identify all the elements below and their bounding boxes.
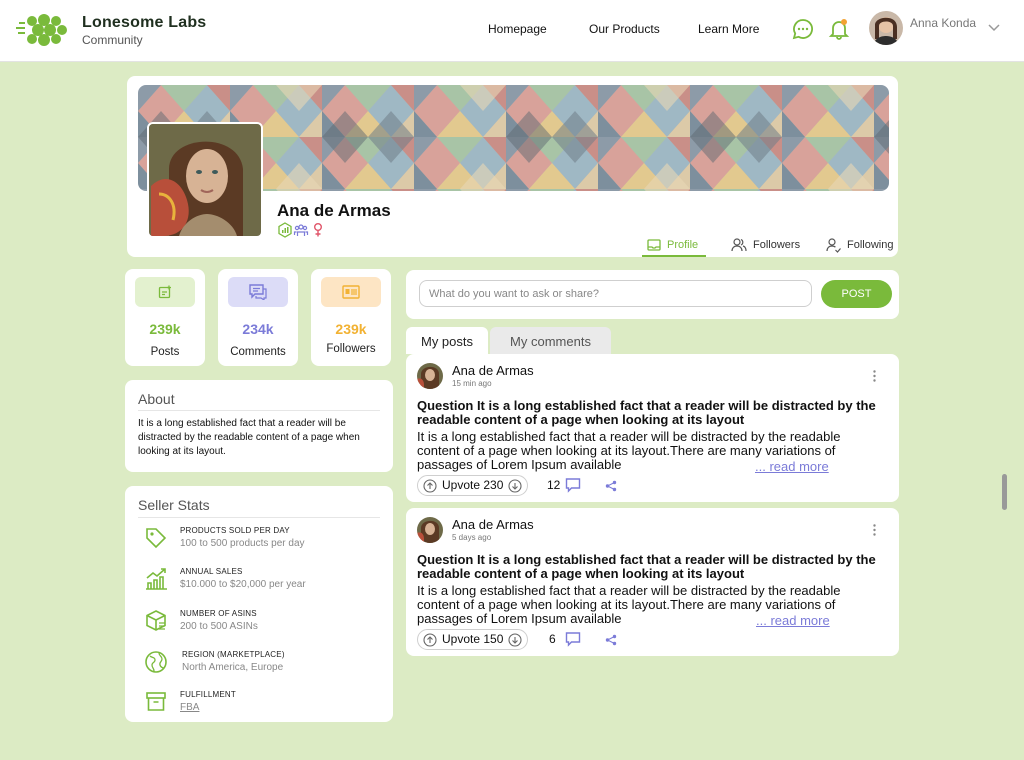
- stat-label: Posts: [150, 346, 180, 358]
- comment-count: 12: [547, 478, 561, 492]
- id-card-icon: [342, 285, 360, 299]
- page-scrollbar[interactable]: [1002, 474, 1007, 510]
- post-question[interactable]: Question It is a long established fact t…: [417, 399, 887, 427]
- seller-stat-value: 200 to 500 ASINs: [180, 621, 258, 632]
- seller-stat-label: ANNUAL SALES: [180, 567, 243, 576]
- brand[interactable]: Lonesome Labs Community: [82, 14, 206, 47]
- comment-icon[interactable]: [565, 631, 581, 647]
- stat-card-followers[interactable]: 239k Followers: [311, 269, 391, 366]
- upvote-count: Upvote 150: [442, 632, 504, 646]
- about-text: It is a long established fact that a rea…: [138, 418, 360, 457]
- seller-stat-label: PRODUCTS SOLD PER DAY: [180, 526, 290, 535]
- user-name[interactable]: Anna Konda: [910, 16, 976, 30]
- note-add-icon: [158, 285, 171, 299]
- user-check-icon: [826, 237, 841, 253]
- upvote-icon[interactable]: [423, 633, 437, 647]
- active-tab-indicator: [642, 255, 706, 257]
- stat-value: 239k: [335, 321, 367, 337]
- post-button[interactable]: POST: [821, 280, 892, 308]
- read-more-link[interactable]: ... read more: [756, 613, 830, 628]
- seller-stat-value: North America, Europe: [182, 662, 284, 673]
- ask-input[interactable]: What do you want to ask or share?: [419, 280, 812, 307]
- tag-icon: [146, 528, 167, 549]
- seller-stat-label: FULFILLMENT: [180, 690, 236, 699]
- level-badge-icon: [278, 222, 292, 238]
- chat-icon[interactable]: [792, 18, 814, 40]
- comment-count: 6: [549, 632, 556, 646]
- tab-followers-label: Followers: [753, 239, 801, 251]
- share-icon[interactable]: [605, 480, 617, 492]
- profile-photo[interactable]: [147, 122, 263, 238]
- tab-following-label: Following: [847, 239, 894, 251]
- stat-value: 239k: [149, 321, 181, 337]
- vote-control: Upvote 230: [417, 475, 529, 496]
- nav-learn-more[interactable]: Learn More: [698, 22, 759, 36]
- nav-our-products[interactable]: Our Products: [589, 22, 660, 36]
- comment-icon[interactable]: [565, 477, 581, 493]
- post-question[interactable]: Question It is a long established fact t…: [417, 553, 887, 581]
- globe-icon: [145, 651, 167, 673]
- read-more-link[interactable]: ... read more: [755, 459, 829, 474]
- downvote-icon[interactable]: [508, 633, 522, 647]
- divider: [138, 517, 380, 518]
- seller-stats-title: Seller Stats: [138, 497, 210, 513]
- tab-my-posts[interactable]: My posts: [406, 327, 488, 354]
- about-title: About: [138, 391, 175, 407]
- tab-my-comments[interactable]: My comments: [490, 327, 611, 354]
- post-author-avatar[interactable]: [417, 363, 443, 389]
- stat-card-comments[interactable]: 234k Comments: [218, 269, 298, 366]
- seller-stat-label: NUMBER OF ASINS: [180, 609, 257, 618]
- post-time: 15 min ago: [452, 379, 492, 388]
- archive-icon: [146, 692, 166, 711]
- post-author[interactable]: Ana de Armas: [452, 363, 534, 378]
- comments-icon: [249, 284, 267, 302]
- female-badge-icon: [314, 223, 323, 237]
- divider: [138, 410, 380, 411]
- chevron-down-icon[interactable]: [988, 24, 1000, 32]
- post-author[interactable]: Ana de Armas: [452, 517, 534, 532]
- more-vertical-icon[interactable]: [873, 524, 876, 536]
- seller-stat-label: REGION (MARKETPLACE): [182, 650, 285, 659]
- post-card: Ana de Armas 5 days ago Question It is a…: [406, 508, 899, 656]
- lonesome-labs-logo[interactable]: [16, 10, 74, 50]
- top-bar: Lonesome Labs Community Homepage Our Pro…: [0, 0, 1024, 62]
- badge-icons: [278, 222, 323, 238]
- tab-profile-label: Profile: [667, 239, 699, 251]
- stat-label: Followers: [326, 343, 376, 355]
- seller-stats-card: [125, 486, 393, 722]
- seller-stat-value[interactable]: FBA: [180, 702, 199, 713]
- tab-followers[interactable]: Followers: [731, 232, 800, 258]
- profile-name: Ana de Armas: [277, 201, 391, 220]
- stat-card-posts[interactable]: 239k Posts: [125, 269, 205, 366]
- vote-control: Upvote 150: [417, 629, 529, 650]
- seller-stat-value: $10.000 to $20,000 per year: [180, 579, 306, 590]
- upvote-icon[interactable]: [423, 479, 437, 493]
- brand-subtitle: Community: [82, 33, 143, 47]
- share-icon[interactable]: [605, 634, 617, 646]
- seller-stat-value: 100 to 500 products per day: [180, 538, 305, 549]
- inbox-icon: [647, 239, 661, 251]
- stat-chip: [228, 277, 288, 307]
- stat-chip: [321, 277, 381, 307]
- upvote-count: Upvote 230: [442, 478, 504, 492]
- post-card: Ana de Armas 15 min ago Question It is a…: [406, 354, 899, 502]
- nav-homepage[interactable]: Homepage: [488, 22, 547, 36]
- brand-name: Lonesome Labs: [82, 14, 207, 31]
- post-author-avatar[interactable]: [417, 517, 443, 543]
- stat-label: Comments: [230, 346, 286, 358]
- bar-chart-icon: [146, 568, 167, 590]
- more-vertical-icon[interactable]: [873, 370, 876, 382]
- downvote-icon[interactable]: [508, 479, 522, 493]
- user-avatar[interactable]: [869, 11, 903, 45]
- tab-following[interactable]: Following: [826, 232, 893, 258]
- post-time: 5 days ago: [452, 533, 492, 542]
- users-icon: [731, 238, 747, 252]
- bell-icon[interactable]: [828, 18, 850, 40]
- stat-chip: [135, 277, 195, 307]
- community-badge-icon: [293, 224, 309, 236]
- box-icon: [146, 610, 166, 631]
- stat-value: 234k: [242, 321, 274, 337]
